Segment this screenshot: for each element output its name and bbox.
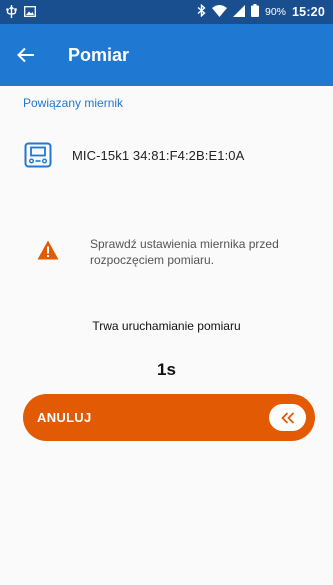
slider-handle[interactable] [269,404,306,431]
linked-meter-label: Powiązany miernik [23,96,124,110]
device-name: MIC-15k1 34:81:F4:2B:E1:0A [72,147,245,163]
usb-icon [6,4,17,20]
warning-triangle-icon [37,240,59,260]
status-bar-left [6,4,36,20]
elapsed-timer: 1s [157,360,176,379]
image-icon [24,5,36,19]
wifi-icon [212,4,227,20]
signal-icon [233,4,245,20]
status-bar: 90% 15:20 [0,0,333,24]
device-row: MIC-15k1 34:81:F4:2B:E1:0A [24,142,244,168]
status-clock: 15:20 [292,5,325,19]
battery-percentage: 90% [265,6,287,18]
page-title: Pomiar [68,44,130,65]
back-button[interactable] [0,24,52,86]
cancel-label: ANULUJ [37,410,92,425]
battery-icon [251,4,259,20]
app-bar: Pomiar [0,24,333,86]
warning-message: Sprawdź ustawienia miernika przed rozpoc… [37,236,310,268]
arrow-left-icon [17,47,34,63]
measurement-status-label: Trwa uruchamianie pomiaru [92,319,241,333]
warning-text: Sprawdź ustawienia miernika przed rozpoc… [90,237,279,267]
meter-device-icon [24,142,52,168]
status-bar-right: 90% 15:20 [197,3,325,20]
bluetooth-icon [197,3,206,20]
cancel-slider[interactable]: ANULUJ [23,394,315,441]
double-chevron-left-icon [280,411,294,424]
